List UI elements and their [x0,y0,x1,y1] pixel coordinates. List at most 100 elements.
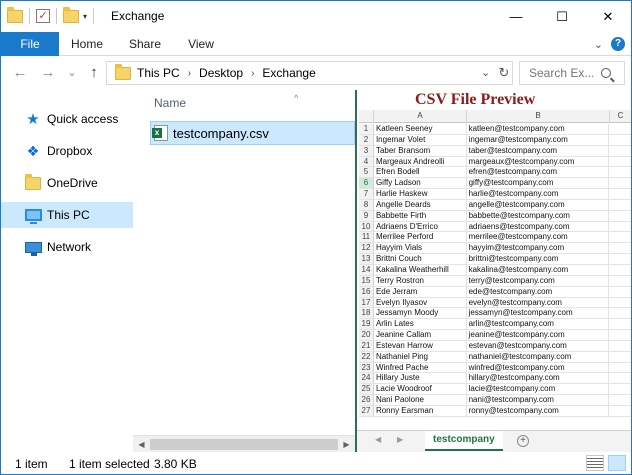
cell-name: Nani Paolone [373,395,467,406]
maximize-button[interactable]: ☐ [539,1,585,32]
ribbon-expand-icon[interactable]: ⌄ [594,38,603,51]
cell-name: Lacie Woodroof [373,384,467,396]
tab-view[interactable]: View [177,32,225,56]
cell-name: Ede Jerram [373,286,467,298]
forward-button[interactable]: → [39,64,57,82]
cell-name: Efren Bodell [373,167,467,179]
row-number: 25 [359,384,374,396]
large-icons-view-button[interactable] [608,455,626,471]
refresh-button[interactable]: ↻ [495,65,513,81]
row-number: 21 [359,340,374,352]
breadcrumb-this-pc[interactable]: This PC [137,66,180,80]
add-sheet-icon[interactable]: + [517,435,529,447]
sheet-row: 21 Estevan Harrow estevan@testcompany.com [359,340,631,352]
sheet-row: 13 Brittni Couch brittni@testcompany.com [359,254,631,265]
search-input[interactable] [529,66,599,80]
cell-name: Hillary Juste [373,373,467,385]
cell-name: Babbette Firth [373,210,467,222]
file-list: Name ^ testcompany.csv ◀ ▶ [133,90,355,452]
sheet-row: 9 Babbette Firth babbette@testcompany.com [359,210,631,222]
cell-name: Ingemar Volet [373,134,467,146]
tab-home[interactable]: Home [63,32,111,56]
scrollbar-thumb[interactable] [150,439,338,450]
cell-empty [609,124,631,135]
row-number: 12 [359,243,374,255]
navigation-pane: ★ Quick access ❖ Dropbox OneDrive This P… [1,90,133,452]
column-header-name[interactable]: Name ^ [154,93,298,110]
qat-separator [93,8,95,24]
cell-empty [609,189,631,200]
address-dropdown-icon[interactable]: ⌄ [481,66,490,79]
sidebar-item-network[interactable]: Network [1,234,133,260]
sidebar-item-label: Network [47,240,92,254]
excel-csv-icon [152,125,168,141]
up-button[interactable]: ↑ [85,64,103,82]
cell-email: nani@testcompany.com [466,395,610,406]
cell-name: Ronny Earsman [373,405,467,417]
sidebar-item-dropbox[interactable]: ❖ Dropbox [1,138,133,164]
cell-email: ede@testcompany.com [466,286,610,298]
tab-file[interactable]: File [1,32,59,56]
details-view-button[interactable] [586,455,604,471]
sidebar-item-this-pc[interactable]: This PC [1,202,133,228]
column-header-b: B [467,110,610,123]
cell-name: Kakalina Weatherhill [373,264,467,276]
scroll-left-button[interactable]: ◀ [133,437,150,452]
cell-email: harlie@testcompany.com [466,189,610,200]
row-number: 26 [359,395,374,406]
sidebar-item-quick-access[interactable]: ★ Quick access [1,106,133,132]
search-box[interactable] [519,61,625,85]
cell-email: evelyn@testcompany.com [466,297,610,309]
preview-title: CSV File Preview [415,91,536,108]
breadcrumb-separator[interactable]: › [188,68,191,79]
cell-name: Margeaux Andreolli [373,156,467,168]
row-number: 13 [359,254,374,265]
cell-name: Giffy Ladson [373,178,467,190]
cell-name: Katleen Seeney [373,124,467,135]
cell-email: katleen@testcompany.com [466,124,610,135]
back-button[interactable]: ← [11,64,29,82]
sheet-tab-testcompany[interactable]: testcompany [425,431,503,451]
new-folder-icon[interactable] [63,6,79,23]
sheet-tab-bar: ◀ ▶ testcompany + [357,430,631,452]
cell-email: arlin@testcompany.com [466,319,610,331]
column-header-label: Name [154,96,187,110]
breadcrumb-separator[interactable]: › [251,68,254,79]
qat-customize-icon[interactable]: ▾ [83,12,87,21]
recent-locations-button[interactable]: ⌄ [63,64,81,82]
column-header-a: A [374,110,467,123]
dropbox-icon: ❖ [26,143,40,159]
sheet-row: 1 Katleen Seeney katleen@testcompany.com [359,124,631,135]
cell-email: lacie@testcompany.com [466,384,610,396]
close-button[interactable]: ✕ [585,1,631,32]
sheet-row: 10 Adriaens D'Errico adriaens@testcompany.… [359,221,631,233]
sheet-row: 14 Kakalina Weatherhill kakalina@testcompa… [359,264,631,276]
sidebar-item-label: Dropbox [47,144,93,158]
breadcrumb-desktop[interactable]: Desktop [199,66,243,80]
minimize-button[interactable]: — [493,1,539,32]
folder-icon [25,173,41,190]
sheet-prev-button[interactable]: ◀ [375,435,381,444]
scroll-right-button[interactable]: ▶ [338,437,355,452]
sheet-corner [359,110,374,123]
file-name: testcompany.csv [173,125,269,141]
cell-name: Hayyim Vials [373,243,467,255]
search-icon[interactable] [601,68,611,78]
file-item[interactable]: testcompany.csv [150,121,355,145]
tab-share[interactable]: Share [121,32,169,56]
cell-email: ingemar@testcompany.com [466,134,610,146]
address-bar[interactable]: This PC › Desktop › Exchange ⌄ [106,61,513,85]
cell-name: Evelyn Ilyasov [373,297,467,309]
cell-email: winfred@testcompany.com [466,362,610,374]
properties-icon[interactable]: ✓ [36,9,50,23]
breadcrumb-exchange[interactable]: Exchange [262,66,315,80]
sheet-row: 6 Giffy Ladson giffy@testcompany.com [359,178,631,190]
cell-email: merrilee@testcompany.com [466,232,610,244]
row-number: 9 [359,210,374,222]
help-icon[interactable]: ? [611,37,625,51]
row-number: 7 [359,189,374,200]
horizontal-scrollbar[interactable]: ◀ ▶ [133,435,355,452]
sidebar-item-onedrive[interactable]: OneDrive [1,170,133,196]
cell-empty [609,243,631,255]
sheet-next-button[interactable]: ▶ [397,435,403,444]
